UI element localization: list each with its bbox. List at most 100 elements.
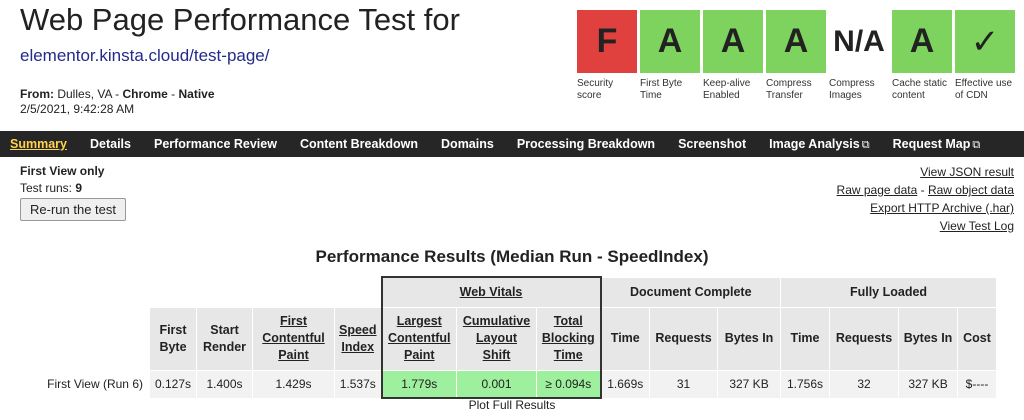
- cell-tbt: ≥ 0.094s: [536, 369, 602, 399]
- tab-processing-breakdown[interactable]: Processing Breakdown: [517, 137, 655, 151]
- col-speed-index[interactable]: Speed Index: [333, 306, 383, 371]
- col-fcp[interactable]: First Contentful Paint: [252, 306, 335, 371]
- grade-label: Security score: [577, 78, 614, 101]
- web-vitals-label: Web Vitals: [459, 285, 523, 300]
- test-runs: Test runs: 9: [20, 181, 82, 195]
- tab-request-map[interactable]: Request Map ⧉: [893, 137, 981, 152]
- main-nav: Summary Details Performance Review Conte…: [0, 131, 1024, 157]
- test-info: From: Dulles, VA - Chrome - Native 2/5/2…: [20, 87, 215, 117]
- grade-cache-static[interactable]: A: [892, 10, 952, 73]
- rerun-button[interactable]: Re-run the test: [20, 198, 126, 221]
- location: Dulles, VA: [57, 87, 112, 101]
- separator: -: [167, 87, 179, 101]
- blank-header: [33, 306, 150, 371]
- grade-compress-images[interactable]: N/A: [829, 10, 889, 73]
- view-test-log-link[interactable]: View Test Log: [940, 219, 1014, 233]
- document-complete-group: Document Complete: [600, 276, 782, 308]
- test-datetime: 2/5/2021, 9:42:28 AM: [20, 102, 135, 116]
- results-table: Web Vitals Document Complete Fully Loade…: [33, 276, 998, 399]
- col-fl-requests: Requests: [829, 306, 900, 371]
- cell-first-byte: 0.127s: [149, 369, 197, 399]
- cell-dc-requests: 31: [649, 369, 719, 399]
- col-fl-time: Time: [780, 306, 831, 371]
- grades-panel: F Security score A First Byte Time A Kee…: [577, 10, 1017, 120]
- separator: -: [917, 183, 928, 197]
- col-first-byte: First Byte: [149, 306, 197, 371]
- col-tbt[interactable]: Total Blocking Time: [536, 306, 602, 371]
- cell-fl-time: 1.756s: [780, 369, 831, 399]
- col-lcp[interactable]: Largest Contentful Paint: [380, 306, 458, 371]
- cell-dc-time: 1.669s: [600, 369, 651, 399]
- col-dc-time: Time: [600, 306, 651, 371]
- cell-fcp: 1.429s: [252, 369, 335, 399]
- table-row: First View (Run 6) 0.127s 1.400s 1.429s …: [33, 369, 998, 399]
- col-label: Total Blocking Time: [541, 314, 595, 362]
- cell-cost[interactable]: $----: [957, 369, 998, 399]
- row-label-text: First View (: [47, 377, 107, 391]
- view-json-link[interactable]: View JSON result: [920, 165, 1014, 179]
- col-start-render: Start Render: [196, 306, 253, 371]
- external-link-icon: ⧉: [861, 138, 870, 151]
- browser: Chrome: [122, 87, 168, 101]
- plot-results: Plot Full Results: [0, 398, 1024, 412]
- col-label: Largest Contentful Paint: [388, 314, 451, 362]
- grade-compress-transfer[interactable]: A: [766, 10, 826, 73]
- cell-dc-bytes: 327 KB: [717, 369, 782, 399]
- col-label: Cumulative Layout Shift: [462, 314, 531, 362]
- tab-image-analysis[interactable]: Image Analysis ⧉: [769, 137, 869, 152]
- cost-link[interactable]: $----: [966, 377, 989, 391]
- col-fl-bytes: Bytes In: [898, 306, 959, 371]
- cell-speed-index: 1.537s: [333, 369, 383, 399]
- grade-first-byte[interactable]: A: [640, 10, 700, 73]
- tab-screenshot[interactable]: Screenshot: [678, 137, 746, 151]
- cell-start-render: 1.400s: [196, 369, 253, 399]
- col-cost: Cost: [957, 306, 998, 371]
- run-link[interactable]: Run 6: [107, 377, 139, 391]
- test-runs-count: 9: [75, 181, 83, 195]
- row-label-text: ): [139, 377, 143, 391]
- cell-fl-bytes: 327 KB: [898, 369, 959, 399]
- connection: Native: [178, 87, 215, 101]
- tab-summary[interactable]: Summary: [10, 137, 67, 151]
- grade-label: Compress Transfer: [766, 78, 812, 101]
- grade-label: Effective use of CDN: [955, 78, 1013, 101]
- tested-url-link[interactable]: elementor.kinsta.cloud/test-page/: [20, 46, 269, 66]
- raw-page-data-link[interactable]: Raw page data: [837, 183, 918, 197]
- grade-label: First Byte Time: [640, 78, 683, 101]
- tab-label: Image Analysis: [769, 136, 860, 151]
- from-label: From:: [20, 87, 54, 101]
- grade-label: Keep-alive Enabled: [703, 78, 751, 101]
- fully-loaded-group: Fully Loaded: [780, 276, 998, 308]
- col-label: Speed Index: [339, 322, 377, 354]
- page-title: Web Page Performance Test for: [20, 2, 460, 37]
- col-dc-bytes: Bytes In: [717, 306, 782, 371]
- col-dc-requests: Requests: [649, 306, 719, 371]
- cell-fl-requests: 32: [829, 369, 900, 399]
- row-label: First View (Run 6): [33, 369, 150, 399]
- tab-domains[interactable]: Domains: [441, 137, 494, 151]
- grade-keep-alive[interactable]: A: [703, 10, 763, 73]
- results-title: Performance Results (Median Run - SpeedI…: [315, 247, 709, 266]
- cell-lcp: 1.779s: [380, 369, 458, 399]
- grade-security[interactable]: F: [577, 10, 637, 73]
- grade-label: Compress Images: [829, 78, 875, 101]
- blank-header: [148, 276, 383, 308]
- blank-header: [33, 276, 150, 308]
- test-runs-label: Test runs:: [20, 181, 76, 195]
- external-link-icon: ⧉: [972, 138, 981, 151]
- col-cls[interactable]: Cumulative Layout Shift: [456, 306, 538, 371]
- web-vitals-group[interactable]: Web Vitals: [380, 276, 602, 308]
- grade-cdn[interactable]: ✓: [955, 10, 1015, 73]
- raw-object-data-link[interactable]: Raw object data: [928, 183, 1014, 197]
- grade-label: Cache static content: [892, 78, 948, 101]
- export-har-link[interactable]: Export HTTP Archive (.har): [870, 201, 1014, 215]
- tab-details[interactable]: Details: [90, 137, 131, 151]
- first-view-heading: First View only: [20, 164, 105, 178]
- plot-full-results-link[interactable]: Plot Full Results: [469, 398, 556, 412]
- tab-label: Request Map: [892, 136, 971, 151]
- col-label: First Contentful Paint: [262, 314, 325, 362]
- cell-cls: 0.001: [456, 369, 538, 399]
- result-links: View JSON result Raw page data - Raw obj…: [837, 163, 1014, 235]
- tab-performance-review[interactable]: Performance Review: [154, 137, 277, 151]
- tab-content-breakdown[interactable]: Content Breakdown: [300, 137, 418, 151]
